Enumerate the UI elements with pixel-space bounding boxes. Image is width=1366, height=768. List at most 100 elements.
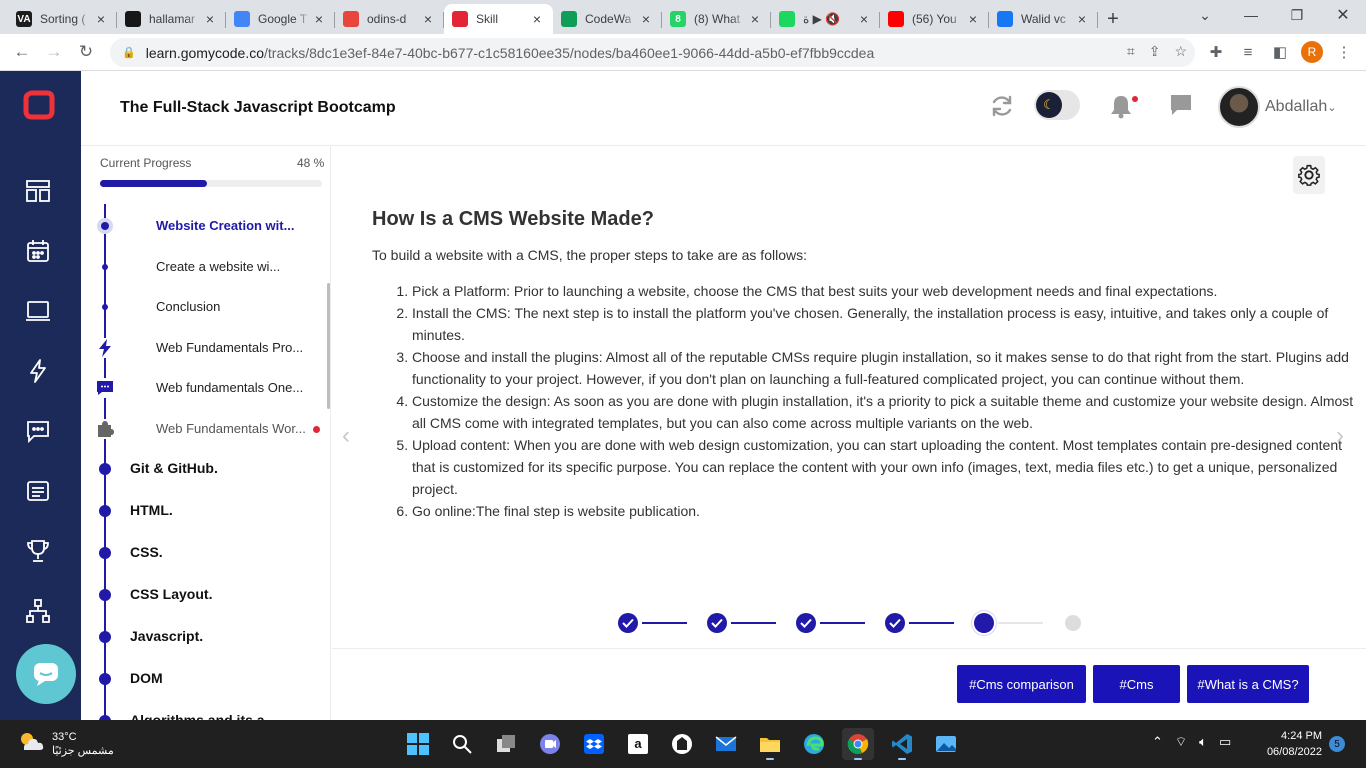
calendar-icon[interactable]: [22, 235, 54, 267]
browser-tab[interactable]: ة ▶ 🔇 ×: [771, 4, 880, 34]
chevron-up-icon[interactable]: ⌃: [1152, 734, 1163, 750]
tag-button[interactable]: #Cms: [1093, 665, 1180, 703]
outline-subitem[interactable]: Conclusion: [156, 299, 220, 314]
volume-icon[interactable]: 🔈︎: [1199, 734, 1207, 750]
next-arrow-icon[interactable]: ›: [1336, 422, 1344, 450]
new-tab-button[interactable]: +: [1098, 4, 1128, 34]
system-clock[interactable]: 4:24 PM 06/08/2022: [1258, 728, 1322, 760]
laptop-icon[interactable]: [22, 295, 54, 327]
outline-subitem[interactable]: Web fundamentals One...: [156, 380, 303, 395]
chrome-icon[interactable]: [842, 728, 874, 760]
share-icon[interactable]: ⇪: [1149, 43, 1161, 60]
sidebar-scrollbar[interactable]: [327, 283, 330, 409]
browser-tab[interactable]: Skill ×: [444, 4, 553, 34]
lightning-icon[interactable]: [22, 355, 54, 387]
outline-subitem[interactable]: Web Fundamentals Wor...: [156, 421, 306, 436]
tab-close-icon[interactable]: ×: [747, 11, 763, 27]
bookmark-star-icon[interactable]: ☆: [1174, 43, 1187, 60]
amazon-icon[interactable]: a: [622, 728, 654, 760]
messages-icon[interactable]: [1168, 93, 1194, 122]
dropbox-icon[interactable]: [578, 728, 610, 760]
chrome-menu-icon[interactable]: ⋮: [1333, 37, 1355, 67]
article-icon[interactable]: [22, 475, 54, 507]
browser-tab[interactable]: VA Sorting (×: [8, 4, 117, 34]
search-icon[interactable]: [446, 728, 478, 760]
outline-chapter[interactable]: CSS Layout.: [130, 586, 212, 602]
photos-icon[interactable]: [930, 728, 962, 760]
tab-search-icon[interactable]: ⌄: [1182, 0, 1228, 30]
outline-chapter[interactable]: Javascript.: [130, 628, 203, 644]
translate-icon[interactable]: ⌗: [1127, 43, 1135, 60]
tab-close-icon[interactable]: ×: [420, 11, 436, 27]
learning-path-icon[interactable]: [22, 175, 54, 207]
weather-widget[interactable]: 33°C مشمس جزئيًا: [18, 730, 114, 758]
teams-chat-icon[interactable]: [534, 728, 566, 760]
edge-icon[interactable]: [798, 728, 830, 760]
tab-close-icon[interactable]: ×: [202, 11, 218, 27]
browser-tab[interactable]: CodeWa ×: [553, 4, 662, 34]
outline-chapter[interactable]: Algorithms and its a...: [130, 712, 276, 720]
outline-subitem[interactable]: Website Creation wit...: [156, 218, 294, 233]
current-lesson-marker: [97, 218, 113, 234]
browser-tab[interactable]: (56) You ×: [880, 4, 989, 34]
task-view-icon[interactable]: [490, 728, 522, 760]
browser-tab[interactable]: Walid vc ×: [989, 4, 1098, 34]
minimize-button[interactable]: —: [1228, 0, 1274, 30]
tab-close-icon[interactable]: ×: [638, 11, 654, 27]
outline-chapter[interactable]: HTML.: [130, 502, 173, 518]
settings-button[interactable]: [1293, 156, 1325, 194]
notification-bell-icon[interactable]: [1109, 93, 1133, 124]
wifi-icon[interactable]: ⌔: [1175, 734, 1187, 750]
extensions-puzzle-icon[interactable]: ✚: [1205, 37, 1227, 67]
tab-close-icon[interactable]: ×: [856, 11, 872, 27]
browser-tab[interactable]: hallamar ×: [117, 4, 226, 34]
pending-step-dot[interactable]: [1065, 615, 1081, 631]
dark-mode-toggle[interactable]: ☾: [1034, 90, 1080, 120]
mail-icon[interactable]: [710, 728, 742, 760]
outline-chapter[interactable]: CSS.: [130, 544, 163, 560]
completed-step-icon[interactable]: [618, 613, 638, 633]
browser-tab[interactable]: Google T ×: [226, 4, 335, 34]
outline-subitem[interactable]: Web Fundamentals Pro...: [156, 340, 303, 355]
tab-close-icon[interactable]: ×: [529, 11, 545, 27]
maximize-button[interactable]: ❐: [1274, 0, 1320, 30]
current-step-dot[interactable]: [974, 613, 994, 633]
gomycode-logo[interactable]: [22, 87, 56, 121]
tag-button[interactable]: #What is a CMS?: [1187, 665, 1309, 703]
windows-start-icon[interactable]: [402, 728, 434, 760]
side-panel-icon[interactable]: ◧: [1269, 37, 1291, 67]
back-button[interactable]: ←: [6, 36, 38, 68]
tag-button[interactable]: #Cms comparison: [957, 665, 1086, 703]
forward-button[interactable]: →: [38, 36, 70, 68]
user-avatar[interactable]: [1218, 86, 1260, 128]
previous-arrow-icon[interactable]: ‹: [342, 422, 350, 450]
url-bar[interactable]: 🔒 learn.gomycode.co/tracks/8dc1e3ef-84e7…: [110, 38, 1195, 67]
tab-close-icon[interactable]: ×: [965, 11, 981, 27]
battery-icon[interactable]: ▭: [1219, 734, 1231, 750]
close-window-button[interactable]: ✕: [1320, 0, 1366, 30]
completed-step-icon[interactable]: [885, 613, 905, 633]
notification-count-badge[interactable]: 5: [1329, 736, 1345, 752]
reload-button[interactable]: ↻: [70, 36, 102, 68]
user-menu[interactable]: Abdallah⌄: [1265, 98, 1337, 116]
sync-icon[interactable]: [989, 93, 1015, 124]
chat-icon[interactable]: [22, 415, 54, 447]
completed-step-icon[interactable]: [707, 613, 727, 633]
profile-avatar[interactable]: R: [1301, 41, 1323, 63]
completed-step-icon[interactable]: [796, 613, 816, 633]
outline-chapter[interactable]: Git & GitHub.: [130, 460, 218, 476]
outline-subitem[interactable]: Create a website wi...: [156, 259, 280, 274]
vscode-icon[interactable]: [886, 728, 918, 760]
file-explorer-icon[interactable]: [754, 728, 786, 760]
browser-tab[interactable]: odins-d ×: [335, 4, 444, 34]
outline-chapter[interactable]: DOM: [130, 670, 163, 686]
tab-close-icon[interactable]: ×: [1074, 11, 1090, 27]
sitemap-icon[interactable]: [22, 595, 54, 627]
tab-close-icon[interactable]: ×: [93, 11, 109, 27]
support-chat-button[interactable]: [16, 644, 76, 704]
tab-close-icon[interactable]: ×: [311, 11, 327, 27]
trophy-icon[interactable]: [22, 535, 54, 567]
reading-list-icon[interactable]: ≡: [1237, 37, 1259, 67]
app-icon[interactable]: [666, 728, 698, 760]
browser-tab[interactable]: 8 (8) What ×: [662, 4, 771, 34]
